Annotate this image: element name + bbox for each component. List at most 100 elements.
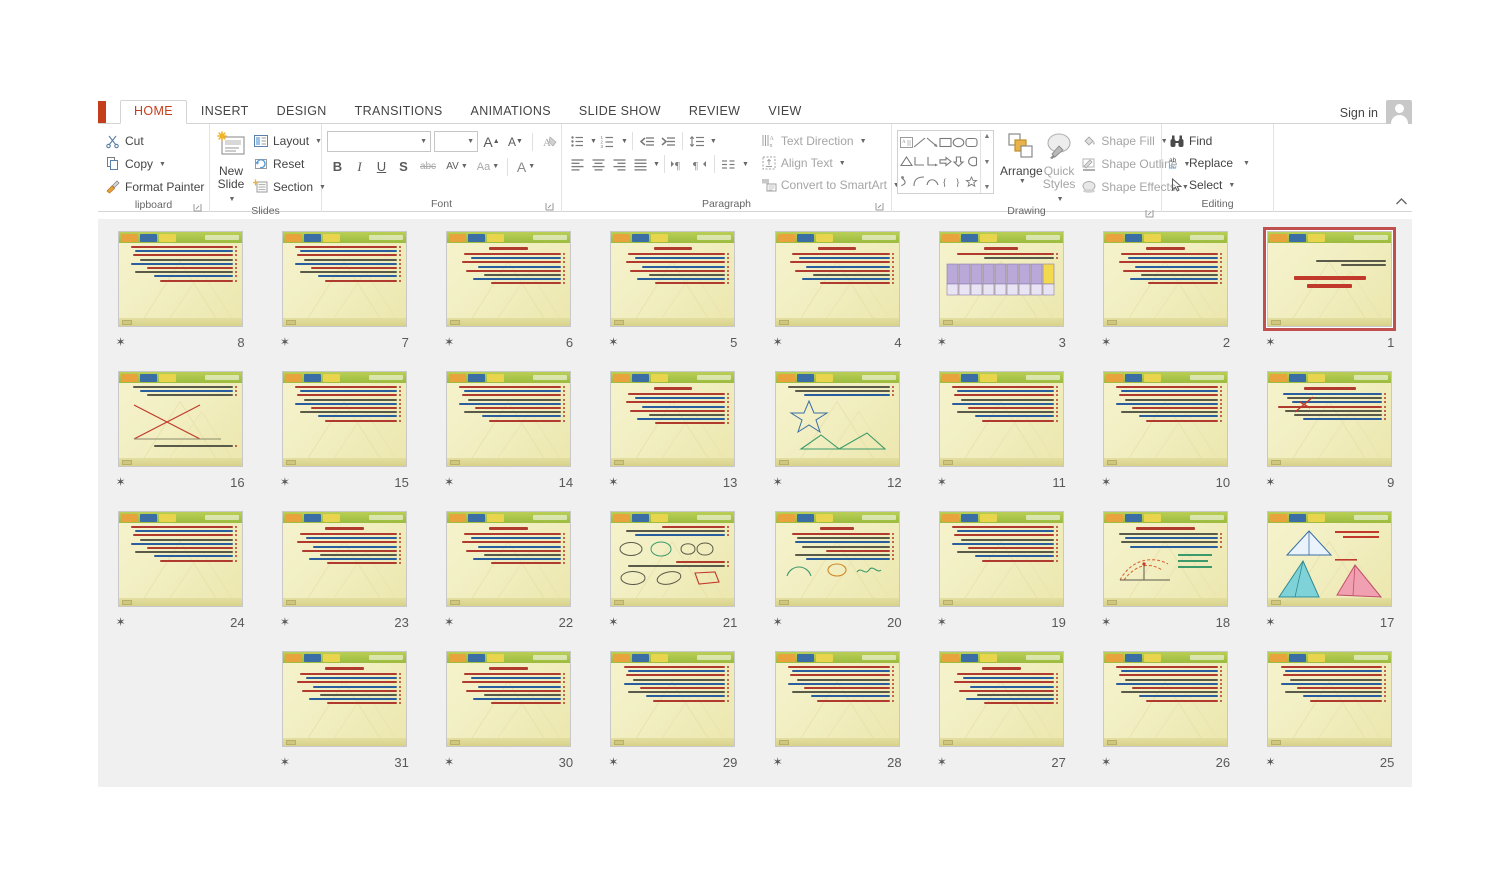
slide-cell[interactable]: ✶ 31: [262, 647, 426, 787]
chevron-down-icon[interactable]: ▼: [653, 161, 660, 168]
slide-thumbnail-frame[interactable]: [935, 367, 1068, 471]
font-color-button[interactable]: A ▼: [512, 156, 540, 177]
slide-cell[interactable]: ✶ 24: [98, 507, 262, 647]
slide-cell[interactable]: ✶ 1: [1248, 227, 1412, 367]
strikethrough-button[interactable]: abc: [415, 156, 441, 177]
scroll-down-icon[interactable]: ▼: [984, 159, 991, 166]
tab-transitions[interactable]: TRANSITIONS: [341, 101, 457, 123]
slide-thumbnail-frame[interactable]: [1263, 367, 1396, 471]
tab-insert[interactable]: INSERT: [187, 101, 263, 123]
shape-down-arrow-icon[interactable]: [952, 152, 965, 171]
chevron-down-icon[interactable]: ▼: [1243, 160, 1250, 167]
slide-cell[interactable]: ✶ 14: [427, 367, 591, 507]
slide-cell[interactable]: ✶ 15: [262, 367, 426, 507]
slide-thumbnail-frame[interactable]: [771, 507, 904, 611]
columns-button[interactable]: [719, 154, 739, 174]
chevron-down-icon[interactable]: ▼: [839, 160, 846, 167]
chevron-down-icon[interactable]: ▼: [467, 138, 474, 145]
shapes-gallery[interactable]: A {} ▲ ▼ ▼: [897, 130, 994, 194]
slide-thumbnail[interactable]: [1267, 511, 1393, 607]
new-slide-button[interactable]: New Slide ▼: [215, 128, 247, 204]
shape-elbow-connector-icon[interactable]: [913, 152, 926, 171]
slide-cell[interactable]: ✶ 27: [919, 647, 1083, 787]
slide-thumbnail[interactable]: [774, 651, 900, 747]
slide-animation-icon[interactable]: ✶: [608, 616, 618, 628]
slide-animation-icon[interactable]: ✶: [444, 756, 454, 768]
underline-button[interactable]: U: [371, 156, 392, 177]
slide-thumbnail[interactable]: [610, 371, 736, 467]
slide-animation-icon[interactable]: ✶: [1265, 476, 1275, 488]
tab-slide-show[interactable]: SLIDE SHOW: [565, 101, 675, 123]
slide-animation-icon[interactable]: ✶: [1101, 476, 1111, 488]
tab-view[interactable]: VIEW: [754, 101, 815, 123]
shape-right-brace-icon[interactable]: }: [952, 172, 965, 191]
tab-review[interactable]: REVIEW: [675, 101, 754, 123]
tab-home[interactable]: HOME: [120, 100, 187, 124]
quick-styles-button[interactable]: Quick Styles ▼: [1043, 128, 1075, 204]
slide-thumbnail-frame[interactable]: [278, 227, 411, 331]
shape-rounded-rect-icon[interactable]: [965, 133, 978, 152]
slide-thumbnail[interactable]: [938, 511, 1064, 607]
layout-button[interactable]: Layout ▼: [251, 130, 330, 152]
replace-button[interactable]: ab ac Replace ▼: [1167, 152, 1254, 174]
change-case-button[interactable]: Aa ▼: [473, 156, 503, 177]
signin-area[interactable]: Sign in: [1340, 100, 1412, 126]
shape-freeform-icon[interactable]: [900, 172, 913, 191]
slide-thumbnail[interactable]: [281, 511, 407, 607]
slide-cell[interactable]: ✶ 20: [755, 507, 919, 647]
chevron-down-icon[interactable]: ▼: [159, 161, 166, 168]
character-spacing-button[interactable]: AV ▼: [442, 156, 472, 177]
align-left-button[interactable]: [567, 154, 587, 174]
slide-thumbnail[interactable]: [1103, 651, 1229, 747]
slide-thumbnail-frame[interactable]: [442, 227, 575, 331]
shape-star-icon[interactable]: [965, 172, 978, 191]
shape-oval-icon[interactable]: [952, 133, 965, 152]
align-right-button[interactable]: [609, 154, 629, 174]
bold-button[interactable]: B: [327, 156, 348, 177]
select-button[interactable]: Select ▼: [1167, 174, 1254, 196]
slide-cell[interactable]: ✶ 30: [427, 647, 591, 787]
shape-arc-icon[interactable]: [926, 172, 939, 191]
slide-animation-icon[interactable]: ✶: [1101, 756, 1111, 768]
italic-button[interactable]: I: [349, 156, 370, 177]
increase-font-size-button[interactable]: A ▲: [481, 131, 502, 152]
slide-thumbnail[interactable]: [117, 231, 243, 327]
signin-label[interactable]: Sign in: [1340, 106, 1378, 120]
slide-thumbnail-frame[interactable]: [442, 647, 575, 751]
slide-thumbnail-frame[interactable]: [442, 507, 575, 611]
chevron-down-icon[interactable]: ▼: [590, 138, 597, 145]
paragraph-dialog-launcher-icon[interactable]: [875, 202, 884, 211]
slide-thumbnail-frame[interactable]: [1263, 227, 1397, 331]
slide-animation-icon[interactable]: ✶: [608, 476, 618, 488]
slide-cell[interactable]: ✶ 7: [262, 227, 426, 367]
slide-cell[interactable]: ✶ 22: [427, 507, 591, 647]
slide-thumbnail[interactable]: [1267, 651, 1393, 747]
chevron-down-icon[interactable]: ▼: [860, 138, 867, 145]
slide-cell[interactable]: ✶ 21: [591, 507, 755, 647]
clear-formatting-button[interactable]: A: [539, 131, 560, 152]
slide-cell[interactable]: ✶ 8: [98, 227, 262, 367]
text-direction-button[interactable]: A n Text Direction ▼: [759, 130, 904, 152]
slide-animation-icon[interactable]: ✶: [116, 476, 126, 488]
slide-cell[interactable]: ✶ 4: [755, 227, 919, 367]
slide-cell[interactable]: ✶ 11: [919, 367, 1083, 507]
slide-cell[interactable]: ✶ 23: [262, 507, 426, 647]
slide-cell[interactable]: ✶ 25: [1248, 647, 1412, 787]
chevron-down-icon[interactable]: ▼: [1228, 182, 1235, 189]
slide-thumbnail[interactable]: [117, 371, 243, 467]
slide-thumbnail[interactable]: [446, 511, 572, 607]
slide-cell[interactable]: ✶ 12: [755, 367, 919, 507]
slide-animation-icon[interactable]: ✶: [608, 756, 618, 768]
copy-button[interactable]: Copy ▼: [103, 153, 208, 175]
slide-animation-icon[interactable]: ✶: [608, 336, 618, 348]
shape-rectangle-icon[interactable]: [939, 133, 952, 152]
slide-animation-icon[interactable]: ✶: [937, 616, 947, 628]
slide-thumbnail-frame[interactable]: [606, 507, 739, 611]
slide-animation-icon[interactable]: ✶: [1101, 616, 1111, 628]
align-center-button[interactable]: [588, 154, 608, 174]
ltr-direction-button[interactable]: ¶: [669, 154, 689, 174]
shape-pie-icon[interactable]: [965, 152, 978, 171]
clipboard-dialog-launcher-icon[interactable]: [193, 203, 202, 212]
slide-cell[interactable]: ✶ 5: [591, 227, 755, 367]
user-avatar-icon[interactable]: [1386, 100, 1412, 126]
